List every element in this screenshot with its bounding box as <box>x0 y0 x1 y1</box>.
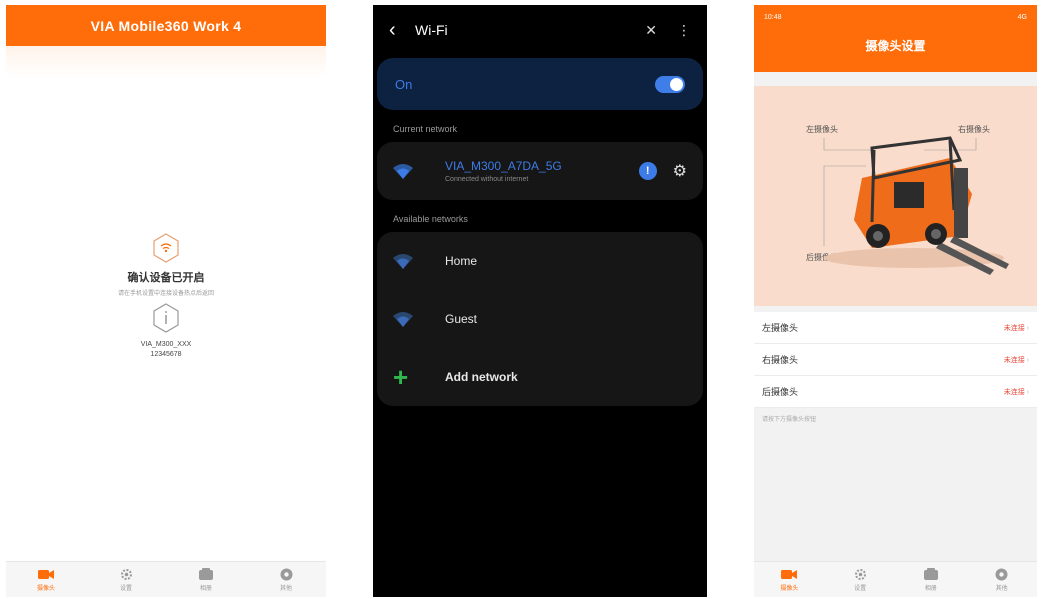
connect-prompt: 确认设备已开启 请在手机设置中连接设备热点后返回 VIA_M300_XXX 12… <box>6 233 326 360</box>
add-network-row[interactable]: + Add network <box>377 348 703 406</box>
camera-name: 左摄像头 <box>762 323 799 333</box>
tab-label: 摄像头 <box>780 586 799 592</box>
current-network-name: VIA_M300_A7DA_5G <box>445 159 562 173</box>
header-fade <box>6 46 326 78</box>
wifi-hex-icon <box>153 233 179 263</box>
forklift-camera-diagram: 左摄像头 右摄像头 后摄像头 <box>754 86 1037 306</box>
tab-label: 其他 <box>995 586 1008 592</box>
page-title: 摄像头设置 <box>865 39 926 53</box>
tab-label: 相册 <box>199 586 212 592</box>
bottom-tabbar: 摄像头 设置 相册 其他 <box>6 561 326 597</box>
current-network-text: VIA_M300_A7DA_5G Connected without inter… <box>425 159 639 183</box>
camera-icon <box>38 567 54 581</box>
tab-other[interactable]: 其他 <box>966 562 1037 597</box>
current-network-row[interactable]: VIA_M300_A7DA_5G Connected without inter… <box>377 142 703 200</box>
current-network-status: Connected without internet <box>445 176 529 183</box>
screenshot-stage: VIA Mobile360 Work 4 确认设备已开启 请在手机设置中连接设备… <box>0 0 1050 599</box>
wifi-toggle-row[interactable]: On <box>377 58 703 110</box>
network-text: Home <box>425 254 687 268</box>
settings-icon <box>852 567 868 581</box>
status-network: 4G <box>1017 13 1027 21</box>
tab-label: 设置 <box>854 586 867 592</box>
status-time: 10:48 <box>764 13 782 21</box>
wifi-signal-icon <box>393 311 425 327</box>
status-bar: 10:48 4G <box>764 5 1027 29</box>
available-networks-heading: Available networks <box>393 214 468 224</box>
wifi-signal-icon <box>393 163 425 179</box>
camera-name: 后摄像头 <box>762 387 799 397</box>
device-name: VIA_M300_XXX <box>140 341 192 348</box>
page-title: Wi-Fi <box>415 22 448 38</box>
available-networks-card: Home Guest + Add network <box>377 232 703 406</box>
tab-label: 其他 <box>279 586 292 592</box>
tab-settings[interactable]: 设置 <box>825 562 896 597</box>
camera-list: 左摄像头 未连接 右摄像头 未连接 后摄像头 未连接 <box>754 312 1037 408</box>
network-name: Home <box>445 254 478 268</box>
plus-icon: + <box>393 362 409 392</box>
tab-label: 摄像头 <box>36 586 55 592</box>
back-arrow-icon[interactable]: ‹ <box>389 19 411 42</box>
wifi-toggle-switch[interactable] <box>655 75 685 93</box>
tab-camera[interactable]: 摄像头 <box>6 562 86 597</box>
phone-wifi-settings: ‹ Wi-Fi ✕ ⋮ On Current network VIA_M300_… <box>373 5 707 597</box>
app-header: VIA Mobile360 Work 4 <box>6 5 326 46</box>
camera-status: 未连接 <box>1004 355 1029 365</box>
camera-icon <box>781 567 798 581</box>
gear-icon[interactable]: ⚙ <box>673 161 687 181</box>
forklift-illustration <box>823 136 1009 275</box>
tab-other[interactable]: 其他 <box>246 562 326 597</box>
camera-row[interactable]: 左摄像头 未连接 <box>754 312 1037 344</box>
app-title: VIA Mobile360 Work 4 <box>90 17 242 34</box>
phone-device-connect: VIA Mobile360 Work 4 确认设备已开启 请在手机设置中连接设备… <box>6 5 326 597</box>
scan-qr-icon[interactable]: ✕ <box>645 22 657 39</box>
more-options-icon[interactable]: ⋮ <box>677 22 691 39</box>
network-info-icon[interactable]: ! <box>638 162 657 180</box>
tab-album[interactable]: 相册 <box>166 562 246 597</box>
wifi-on-label: On <box>395 76 413 92</box>
info-icon <box>994 567 1010 581</box>
confirm-subtitle: 请在手机设置中连接设备热点后返回 <box>117 291 214 297</box>
album-icon <box>198 567 214 581</box>
device-password: 12345678 <box>150 351 182 358</box>
wifi-signal-icon <box>393 253 425 269</box>
tab-label: 相册 <box>924 586 937 592</box>
network-name: Guest <box>445 312 478 326</box>
bottom-tabbar: 摄像头 设置 相册 其他 <box>754 561 1037 597</box>
hint-text: 请按下方摄像头按钮 <box>762 417 817 423</box>
tab-label: 设置 <box>119 586 132 592</box>
add-network-label: Add network <box>445 370 518 384</box>
available-network-row[interactable]: Home <box>377 232 703 290</box>
wifi-header: ‹ Wi-Fi ✕ ⋮ <box>373 5 707 55</box>
device-info: VIA_M300_XXX 12345678 <box>6 340 326 360</box>
settings-icon <box>118 567 134 581</box>
network-text: Guest <box>425 312 687 326</box>
app-header: 10:48 4G 摄像头设置 <box>754 5 1037 72</box>
camera-status: 未连接 <box>1004 323 1029 333</box>
camera-name: 右摄像头 <box>762 355 799 365</box>
camera-row[interactable]: 右摄像头 未连接 <box>754 344 1037 376</box>
info-hex-icon[interactable] <box>152 303 180 333</box>
tab-settings[interactable]: 设置 <box>86 562 166 597</box>
current-network-heading: Current network <box>393 124 458 134</box>
album-icon <box>923 567 939 581</box>
phone-camera-settings: 10:48 4G 摄像头设置 左摄像头 右摄像头 后摄像头 左摄像头 未连接 ›… <box>754 5 1037 597</box>
tab-camera[interactable]: 摄像头 <box>754 562 825 597</box>
camera-row[interactable]: 后摄像头 未连接 <box>754 376 1037 408</box>
confirm-title: 确认设备已开启 <box>127 272 205 284</box>
info-icon <box>278 567 294 581</box>
current-network-card: VIA_M300_A7DA_5G Connected without inter… <box>377 142 703 200</box>
add-network-text: Add network <box>425 370 687 384</box>
camera-status: 未连接 <box>1004 387 1029 397</box>
tab-album[interactable]: 相册 <box>896 562 967 597</box>
available-network-row[interactable]: Guest <box>377 290 703 348</box>
